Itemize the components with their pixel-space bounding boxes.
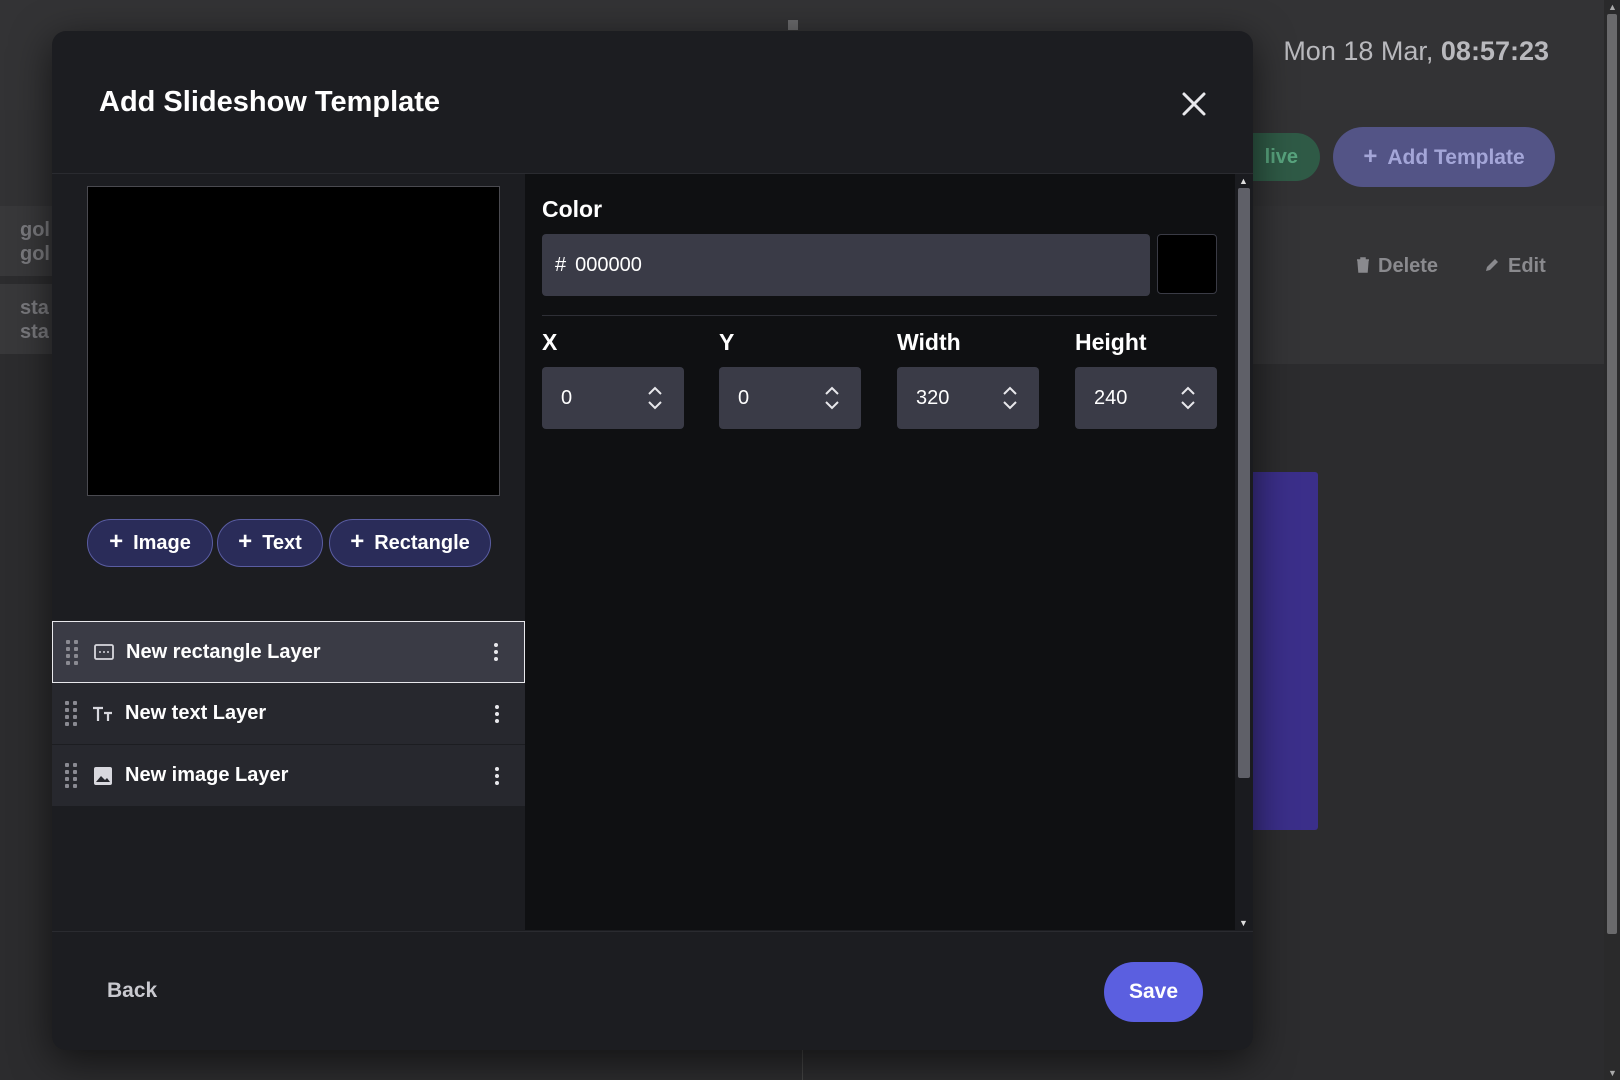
height-label: Height (1075, 329, 1147, 355)
layers-panel: + Image + Text + Rectangle New rectangle La… (52, 174, 525, 930)
chevron-down-icon[interactable] (1181, 401, 1195, 410)
add-rectangle-label: Rectangle (374, 531, 470, 554)
add-template-label: Add Template (1387, 146, 1525, 169)
dialog-footer: Back Save (52, 931, 1253, 1050)
image-layer-icon (91, 764, 115, 788)
dialog-header: Add Slideshow Template (52, 31, 1253, 174)
chevron-up-icon[interactable] (1003, 386, 1017, 395)
layer-item-image[interactable]: New image Layer (52, 745, 525, 807)
dialog-title: Add Slideshow Template (99, 86, 441, 118)
rectangle-layer-icon (92, 640, 116, 664)
width-stepper-arrows[interactable] (1000, 386, 1020, 410)
scroll-down-arrow-icon[interactable]: ▼ (1239, 918, 1248, 928)
chevron-up-icon[interactable] (648, 386, 662, 395)
more-options-icon[interactable] (485, 702, 509, 726)
plus-icon: + (1363, 143, 1378, 170)
save-button[interactable]: Save (1104, 962, 1203, 1022)
add-image-button[interactable]: + Image (87, 519, 213, 567)
color-swatch-picker[interactable] (1157, 234, 1217, 294)
width-label: Width (897, 329, 961, 355)
y-label: Y (719, 329, 735, 355)
edit-label: Edit (1508, 255, 1546, 277)
width-value: 320 (916, 386, 950, 409)
back-button[interactable]: Back (107, 979, 157, 1003)
layer-item-text[interactable]: New text Layer (52, 683, 525, 745)
layer-label: New text Layer (125, 702, 267, 724)
chevron-up-icon[interactable] (1181, 386, 1195, 395)
x-stepper[interactable]: 0 (542, 367, 684, 429)
scrollbar-thumb[interactable] (1238, 188, 1250, 778)
plus-icon: + (350, 528, 365, 555)
add-image-label: Image (133, 531, 191, 554)
plus-icon: + (109, 528, 124, 555)
clock: Mon 18 Mar, 08:57:23 (1283, 36, 1549, 67)
layer-label: New rectangle Layer (126, 640, 321, 663)
properties-scrollbar[interactable]: ▲ ▼ (1235, 174, 1253, 930)
height-stepper[interactable]: 240 (1075, 367, 1217, 429)
pencil-icon (1486, 259, 1498, 271)
edit-button[interactable]: Edit (1484, 255, 1546, 278)
chevron-down-icon[interactable] (648, 401, 662, 410)
drag-handle-icon[interactable] (66, 639, 84, 665)
page-scrollbar[interactable]: ▲ ▼ (1604, 0, 1620, 1080)
chevron-up-icon[interactable] (825, 386, 839, 395)
scrollbar-thumb[interactable] (1607, 14, 1617, 934)
more-options-icon[interactable] (484, 640, 508, 664)
delete-label: Delete (1378, 255, 1439, 277)
more-options-icon[interactable] (485, 764, 509, 788)
plus-icon: + (238, 528, 253, 555)
close-button[interactable] (1177, 87, 1211, 121)
time-text: 08:57:23 (1440, 36, 1549, 66)
color-hex-value: 000000 (575, 253, 642, 276)
add-text-button[interactable]: + Text (217, 519, 323, 567)
delete-button[interactable]: Delete (1356, 255, 1438, 278)
height-value: 240 (1094, 386, 1128, 409)
drag-handle-icon[interactable] (65, 763, 83, 788)
x-label: X (542, 329, 558, 355)
y-stepper-arrows[interactable] (822, 386, 842, 410)
hash-prefix: # (555, 253, 567, 276)
x-value: 0 (561, 386, 573, 409)
scroll-up-arrow-icon[interactable]: ▲ (1608, 2, 1617, 12)
y-stepper[interactable]: 0 (719, 367, 861, 429)
scroll-down-arrow-icon[interactable]: ▼ (1608, 1068, 1617, 1078)
divider (542, 315, 1217, 316)
save-label: Save (1128, 980, 1179, 1003)
scroll-up-arrow-icon[interactable]: ▲ (1239, 176, 1248, 186)
date-text: Mon 18 Mar, (1283, 36, 1434, 66)
trash-icon (1357, 257, 1369, 273)
handle-marker (788, 20, 798, 30)
live-label: live (1264, 146, 1298, 168)
add-template-button[interactable]: + Add Template (1333, 127, 1555, 187)
detail-actions-bar (1238, 206, 1604, 364)
chevron-down-icon[interactable] (825, 401, 839, 410)
x-stepper-arrows[interactable] (645, 386, 665, 410)
width-stepper[interactable]: 320 (897, 367, 1039, 429)
add-text-label: Text (262, 531, 302, 554)
layer-label: New image Layer (125, 764, 289, 786)
color-hex-input[interactable]: # 000000 (542, 234, 1150, 296)
color-label: Color (542, 196, 603, 222)
slide-preview-canvas[interactable] (87, 186, 500, 496)
drag-handle-icon[interactable] (65, 701, 83, 726)
add-slideshow-template-dialog: Add Slideshow Template + Image + Text + Rec… (52, 31, 1253, 1050)
text-layer-icon (91, 702, 115, 726)
chevron-down-icon[interactable] (1003, 401, 1017, 410)
close-icon (1182, 92, 1206, 116)
add-rectangle-button[interactable]: + Rectangle (329, 519, 491, 567)
layer-item-rectangle[interactable]: New rectangle Layer (52, 621, 525, 683)
height-stepper-arrows[interactable] (1178, 386, 1198, 410)
properties-panel: Color # 000000 X Y Width Height 0 0 320 (525, 174, 1235, 930)
y-value: 0 (738, 386, 750, 409)
